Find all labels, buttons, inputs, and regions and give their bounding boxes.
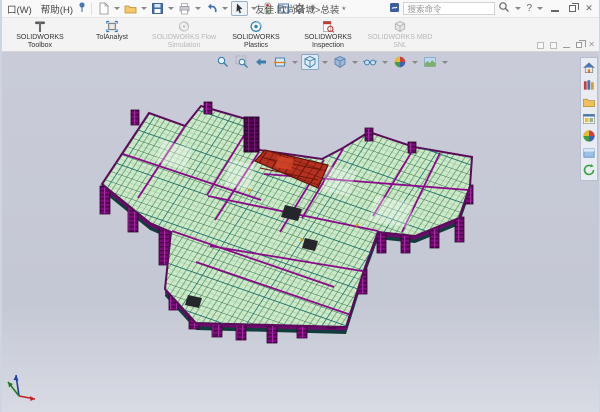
file-explorer-icon[interactable] bbox=[582, 95, 597, 109]
scenes-panel-icon[interactable] bbox=[582, 146, 597, 160]
help-caret-icon[interactable] bbox=[537, 7, 543, 10]
new-caret-icon[interactable] bbox=[114, 7, 120, 10]
menu-item-window[interactable]: 口(W) bbox=[7, 2, 32, 16]
tab-tolanalyst[interactable]: TolAnalyst bbox=[76, 18, 148, 51]
headsup-view-toolbar bbox=[214, 54, 450, 70]
graphics-viewport[interactable] bbox=[2, 52, 599, 412]
save-caret-icon[interactable] bbox=[168, 7, 174, 10]
search-input[interactable]: 搜索命令 bbox=[403, 2, 495, 15]
search-placeholder: 搜索命令 bbox=[407, 3, 441, 15]
print-caret-icon[interactable] bbox=[195, 7, 201, 10]
undo-caret-icon[interactable] bbox=[222, 7, 228, 10]
search-magnifier-icon[interactable] bbox=[498, 0, 510, 18]
save-icon[interactable] bbox=[150, 1, 165, 16]
view-palette-icon[interactable] bbox=[582, 112, 597, 126]
help-button[interactable]: ? bbox=[526, 3, 532, 14]
flow-simulation-icon bbox=[177, 20, 191, 33]
document-window-controls: ✕ bbox=[537, 41, 595, 49]
open-caret-icon[interactable] bbox=[141, 7, 147, 10]
close-button[interactable]: ✕ bbox=[582, 3, 596, 15]
edit-appearance-icon[interactable] bbox=[391, 54, 409, 70]
doc-minimize-button[interactable] bbox=[563, 42, 570, 48]
new-document-icon[interactable] bbox=[96, 1, 111, 16]
doc-close-button[interactable]: ✕ bbox=[588, 41, 595, 49]
tab-label: SOLIDWORKS Inspection bbox=[292, 34, 364, 50]
scene-caret-icon[interactable] bbox=[442, 61, 448, 64]
pin-icon[interactable] bbox=[77, 0, 87, 18]
doc-icon-1[interactable] bbox=[537, 42, 544, 49]
command-manager: SOLIDWORKS Toolbox TolAnalyst SOLIDWORKS… bbox=[2, 17, 599, 52]
restore-button[interactable] bbox=[565, 3, 579, 15]
title-bar: 口(W) 帮助(H) bbox=[2, 0, 599, 17]
display-style-icon[interactable] bbox=[331, 54, 349, 70]
undo-icon[interactable] bbox=[204, 1, 219, 16]
inspection-icon bbox=[321, 20, 335, 33]
tab-label: TolAnalyst bbox=[96, 34, 128, 42]
search-caret-icon[interactable] bbox=[515, 7, 521, 10]
zoom-area-icon[interactable] bbox=[233, 54, 251, 70]
tab-label: SOLIDWORKS Toolbox bbox=[4, 34, 76, 50]
minimize-button[interactable] bbox=[548, 3, 562, 15]
toolbox-icon bbox=[33, 20, 47, 33]
solidworks-resources-icon[interactable] bbox=[582, 61, 597, 75]
section-view-icon[interactable] bbox=[271, 54, 289, 70]
hide-show-caret-icon[interactable] bbox=[382, 61, 388, 64]
open-document-icon[interactable] bbox=[123, 1, 138, 16]
custom-properties-icon[interactable] bbox=[582, 163, 597, 177]
tolanalyst-icon bbox=[105, 20, 119, 33]
titlebar-right: 搜索命令 ? ✕ bbox=[389, 0, 596, 18]
previous-view-icon[interactable] bbox=[252, 54, 270, 70]
tab-label: SOLIDWORKS Plastics bbox=[220, 34, 292, 50]
solidworks-logo-icon bbox=[389, 0, 400, 18]
toolbar-separator bbox=[91, 3, 92, 15]
view-orientation-icon[interactable] bbox=[301, 54, 319, 70]
tab-label: SOLIDWORKS Flow Simulation bbox=[148, 34, 220, 50]
hide-show-items-icon[interactable] bbox=[361, 54, 379, 70]
doc-icon-2[interactable] bbox=[550, 42, 557, 49]
select-arrow-icon[interactable] bbox=[231, 1, 248, 16]
mbd-icon bbox=[393, 20, 407, 33]
solidworks-window: 口(W) 帮助(H) bbox=[0, 0, 600, 412]
menu-item-help[interactable]: 帮助(H) bbox=[41, 2, 73, 16]
model-3d-view[interactable] bbox=[2, 52, 599, 412]
section-caret-icon[interactable] bbox=[292, 61, 298, 64]
display-style-caret-icon[interactable] bbox=[352, 61, 358, 64]
doc-restore-button[interactable] bbox=[576, 42, 582, 48]
tab-solidworks-toolbox[interactable]: SOLIDWORKS Toolbox bbox=[4, 18, 76, 51]
design-library-icon[interactable] bbox=[582, 78, 597, 92]
appearances-scenes-icon[interactable] bbox=[582, 129, 597, 143]
view-orientation-caret-icon[interactable] bbox=[322, 61, 328, 64]
tab-inspection[interactable]: SOLIDWORKS Inspection bbox=[292, 18, 364, 51]
menu-bar: 口(W) 帮助(H) bbox=[5, 2, 77, 16]
print-icon[interactable] bbox=[177, 1, 192, 16]
task-pane-strip bbox=[580, 57, 598, 181]
apply-scene-icon[interactable] bbox=[421, 54, 439, 70]
plastics-icon bbox=[249, 20, 263, 33]
reference-triad-icon bbox=[8, 375, 35, 401]
tab-plastics[interactable]: SOLIDWORKS Plastics bbox=[220, 18, 292, 51]
tab-label: SOLIDWORKS MBD SNL bbox=[364, 34, 436, 50]
zoom-fit-icon[interactable] bbox=[214, 54, 232, 70]
appearance-caret-icon[interactable] bbox=[412, 61, 418, 64]
document-title: 友佳.欧尚名城>总装 * bbox=[255, 2, 346, 16]
tab-flow-simulation[interactable]: SOLIDWORKS Flow Simulation bbox=[148, 18, 220, 51]
tab-mbd-snl[interactable]: SOLIDWORKS MBD SNL bbox=[364, 18, 436, 51]
